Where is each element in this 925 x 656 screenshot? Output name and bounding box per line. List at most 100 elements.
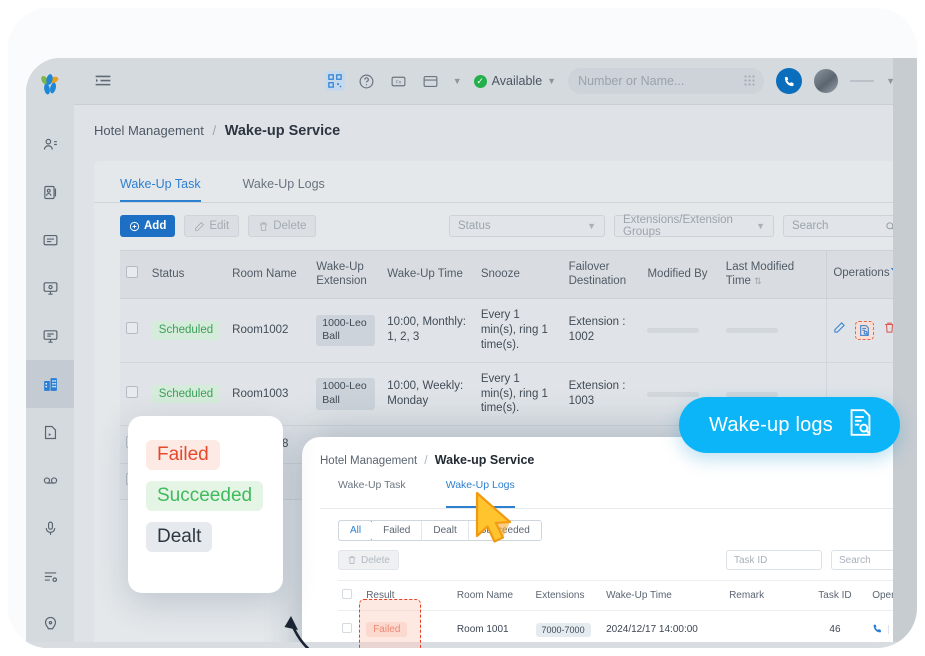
main-filters: Status ▼ Extensions/Extension Groups ▼ S…: [449, 215, 905, 237]
wakeup-logs-table: Result Room Name Extensions Wake-Up Time…: [338, 580, 917, 648]
col-room-name: Room Name: [453, 581, 532, 611]
qr-code-icon[interactable]: [325, 71, 345, 91]
select-all-header[interactable]: [120, 251, 146, 299]
add-button[interactable]: Add: [120, 215, 175, 237]
col-remark: Remark: [725, 581, 802, 611]
svg-text:Fn: Fn: [396, 79, 402, 85]
col-snooze: Snooze: [475, 251, 563, 299]
presence-label: Available: [492, 74, 543, 88]
sidebar-item-messaging[interactable]: [26, 216, 74, 264]
sidebar-item-hotel-management[interactable]: [26, 360, 74, 408]
main-tabs: Wake-Up Task Wake-Up Logs: [94, 161, 917, 203]
col-last-modified-time[interactable]: Last Modified Time ⇅: [720, 251, 827, 299]
legend-item-failed: Failed: [146, 440, 283, 470]
sidebar-item-voicemail[interactable]: [26, 456, 74, 504]
sidebar-item-contacts[interactable]: [26, 120, 74, 168]
dial-input[interactable]: Number or Name...: [568, 68, 764, 94]
chevron-down-icon: ▼: [756, 221, 765, 231]
col-wakeup-extension: Wake-Up Extension: [310, 251, 381, 299]
top-bar: Fn ▼ ✓ Available ▼ Number or Name...: [74, 58, 917, 104]
panel-tab-wake-up-task[interactable]: Wake-Up Task: [338, 479, 406, 508]
add-button-label: Add: [144, 220, 166, 232]
keypad-icon[interactable]: [744, 75, 755, 91]
sort-arrows-icon[interactable]: ⇅: [754, 276, 762, 286]
cell-wakeup-time: 10:00, Weekly: Monday: [381, 362, 475, 426]
extensions-badge: 7000-7000: [536, 623, 591, 637]
layout-icon[interactable]: [421, 71, 441, 91]
edit-button-label: Edit: [209, 220, 229, 232]
extensions-filter-placeholder: Extensions/Extension Groups: [623, 214, 746, 238]
account-name-placeholder: [850, 80, 874, 82]
cell-failover: Extension : 1002: [563, 298, 642, 362]
panel-delete-button[interactable]: Delete: [338, 550, 399, 570]
status-badge: Scheduled: [152, 321, 220, 340]
search-input[interactable]: Search: [783, 215, 905, 237]
sidebar-item-call-features[interactable]: [26, 264, 74, 312]
avatar[interactable]: [814, 69, 838, 93]
cell-wakeup-time: 10:00, Monthly: 1, 2, 3: [381, 298, 475, 362]
col-result: Result: [362, 581, 453, 611]
task-id-placeholder: Task ID: [734, 555, 767, 566]
sidebar-item-recording[interactable]: [26, 504, 74, 552]
delete-button[interactable]: Delete: [248, 215, 316, 237]
call-button[interactable]: [776, 68, 802, 94]
result-badge: Failed: [366, 622, 407, 637]
presence-chevron-down-icon[interactable]: ▼: [547, 76, 556, 86]
table-header: Status Room Name Wake-Up Extension Wake-…: [120, 251, 910, 299]
sidebar-item-integrations[interactable]: [26, 600, 74, 648]
breadcrumb: Hotel Management / Wake-up Service: [74, 105, 917, 153]
cell-room-name: Room1002: [226, 298, 310, 362]
edit-button[interactable]: Edit: [184, 215, 239, 237]
panel-search-placeholder: Search: [839, 555, 871, 566]
cell-snooze: Every 1 min(s), ring 1 time(s).: [475, 298, 563, 362]
mouse-cursor-icon: [473, 490, 521, 552]
panel-card: Wake-Up Task Wake-Up Logs All Failed Dea…: [320, 479, 917, 648]
breadcrumb-root[interactable]: Hotel Management: [94, 123, 204, 138]
panel-select-all-checkbox[interactable]: [342, 589, 352, 599]
presence-dot-icon: ✓: [474, 75, 487, 88]
wakeup-logs-icon[interactable]: [855, 321, 874, 340]
callout-arrow-icon: [278, 606, 348, 648]
status-badge: Scheduled: [152, 385, 220, 404]
row-checkbox[interactable]: [126, 386, 138, 398]
panel-breadcrumb-root[interactable]: Hotel Management: [320, 455, 417, 467]
table-row[interactable]: Scheduled Room1002 1000-Leo Ball 10:00, …: [120, 298, 910, 362]
sidebar-item-reports[interactable]: [26, 408, 74, 456]
menu-icon[interactable]: [94, 74, 112, 88]
panel-delete-label: Delete: [361, 555, 390, 566]
tab-wake-up-task[interactable]: Wake-Up Task: [120, 177, 201, 202]
layout-chevron-down-icon[interactable]: ▼: [453, 76, 462, 86]
segment-all[interactable]: All: [338, 520, 373, 541]
extension-badge: 1000-Leo Ball: [316, 315, 375, 346]
help-circle-icon[interactable]: [357, 71, 377, 91]
presence-status[interactable]: ✓ Available ▼: [474, 74, 556, 88]
tab-wake-up-logs[interactable]: Wake-Up Logs: [243, 177, 325, 202]
panel-page-title: Wake-up Service: [435, 453, 535, 467]
wakeup-logs-panel: Hotel Management / Wake-up Service Wake-…: [302, 437, 917, 648]
edit-pencil-icon[interactable]: [833, 321, 846, 339]
sidebar-item-extension-trunk[interactable]: [26, 168, 74, 216]
sidebar-item-system[interactable]: [26, 312, 74, 360]
col-failover-destination: Failover Destination: [563, 251, 642, 299]
col-operations-label: Operations: [833, 267, 889, 279]
panel-filters: Task ID Search: [726, 550, 917, 570]
col-wakeup-time: Wake-Up Time: [602, 581, 725, 611]
task-id-input[interactable]: Task ID: [726, 550, 822, 570]
sidebar-item-settings[interactable]: [26, 552, 74, 600]
select-all-checkbox[interactable]: [126, 266, 138, 278]
extensions-filter-select[interactable]: Extensions/Extension Groups ▼: [614, 215, 774, 237]
segment-failed[interactable]: Failed: [372, 521, 422, 540]
yeastar-logo[interactable]: [36, 72, 64, 100]
segment-dealt[interactable]: Dealt: [422, 521, 468, 540]
status-filter-select[interactable]: Status ▼: [449, 215, 605, 237]
legend-badge-dealt: Dealt: [146, 522, 212, 552]
row-checkbox[interactable]: [126, 322, 138, 334]
page-right-edge: [893, 58, 917, 648]
dial-placeholder: Number or Name...: [578, 74, 684, 88]
wakeup-logs-callout: Wake-up logs: [679, 397, 900, 453]
delete-button-label: Delete: [273, 220, 306, 232]
main-toolbar: Add Edit Delete Status: [94, 203, 917, 237]
fn-key-icon[interactable]: Fn: [389, 71, 409, 91]
phone-icon[interactable]: [872, 623, 883, 637]
col-extensions: Extensions: [532, 581, 603, 611]
